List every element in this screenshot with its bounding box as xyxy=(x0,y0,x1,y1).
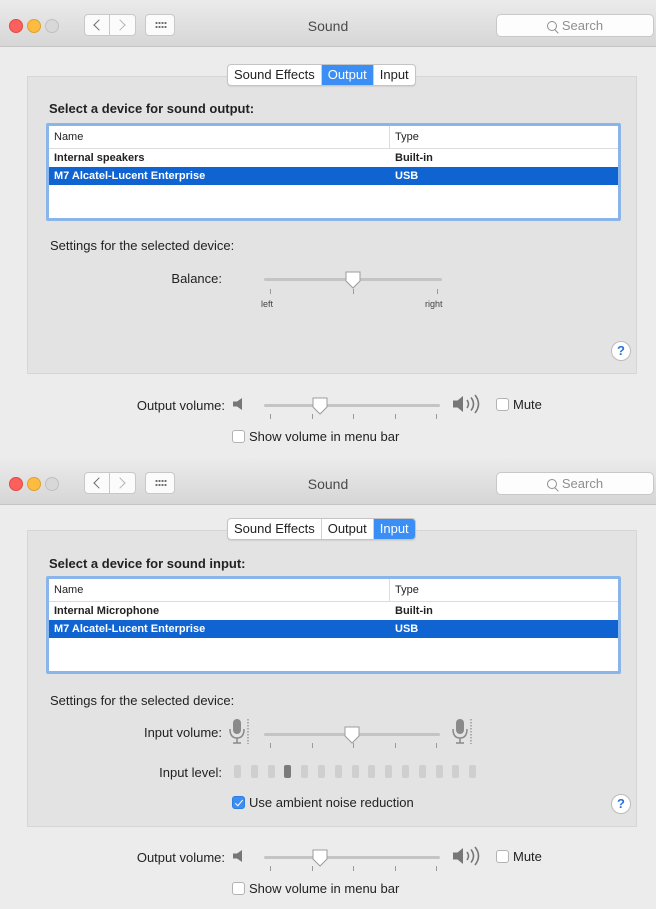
device-heading: Select a device for sound output: xyxy=(49,101,255,116)
settings-heading: Settings for the selected device: xyxy=(50,238,235,253)
input-level-label: Input level: xyxy=(159,765,222,780)
table-row[interactable]: Internal Microphone Built-in xyxy=(49,602,618,620)
device-heading: Select a device for sound input: xyxy=(49,556,246,571)
column-header-name[interactable]: Name xyxy=(54,579,83,601)
title-bar: Sound Search xyxy=(0,458,656,505)
input-level-segment xyxy=(318,765,325,778)
show-volume-checkbox[interactable] xyxy=(232,430,245,443)
tab-input[interactable]: Input xyxy=(374,65,415,85)
speaker-low-icon xyxy=(233,398,242,410)
output-volume-label: Output volume: xyxy=(136,398,225,413)
input-level-segment xyxy=(452,765,460,778)
device-table[interactable]: Name Type Internal speakers Built-in M7 … xyxy=(46,123,621,221)
balance-right-label: right xyxy=(425,299,443,309)
sound-window-output: Sound Search Sound Effects Output Input … xyxy=(0,0,656,458)
speaker-high-icon xyxy=(453,394,480,414)
input-level-segment xyxy=(284,765,292,778)
help-button[interactable]: ? xyxy=(611,794,631,814)
search-placeholder: Search xyxy=(561,18,604,33)
input-level-segment xyxy=(402,765,409,778)
device-type: Built-in xyxy=(395,152,433,164)
input-level-segment xyxy=(418,765,426,778)
tab-sound-effects[interactable]: Sound Effects xyxy=(228,519,322,539)
tab-output[interactable]: Output xyxy=(322,519,374,539)
input-level-segment xyxy=(301,765,309,778)
search-field[interactable]: Search xyxy=(496,14,654,37)
output-volume-slider-track[interactable] xyxy=(264,404,440,407)
input-volume-label: Input volume: xyxy=(143,725,222,740)
device-type: USB xyxy=(395,170,419,182)
input-level-segment xyxy=(334,765,342,778)
input-level-segment xyxy=(234,765,241,778)
device-type: Built-in xyxy=(395,605,433,617)
device-name: M7 Alcatel-Lucent Enterprise xyxy=(54,170,206,182)
tab-bar: Sound Effects Output Input xyxy=(227,64,416,86)
tab-bar: Sound Effects Output Input xyxy=(227,518,416,540)
mute-label: Mute xyxy=(513,397,542,412)
input-level-segment xyxy=(351,765,359,778)
table-row[interactable]: Internal speakers Built-in xyxy=(49,149,618,167)
settings-panel xyxy=(27,530,637,827)
tab-sound-effects[interactable]: Sound Effects xyxy=(228,65,322,85)
tab-input[interactable]: Input xyxy=(373,519,415,539)
settings-panel xyxy=(27,76,637,374)
input-level-segment xyxy=(267,765,275,778)
speaker-low-icon xyxy=(233,850,242,862)
device-name: Internal Microphone xyxy=(54,605,160,617)
table-row-selected[interactable]: M7 Alcatel-Lucent Enterprise USB xyxy=(49,167,618,185)
show-volume-label: Show volume in menu bar xyxy=(249,429,400,444)
sound-window-input: Sound Search Sound Effects Output Input … xyxy=(0,458,656,909)
device-name: M7 Alcatel-Lucent Enterprise xyxy=(54,623,206,635)
balance-slider-knob[interactable] xyxy=(345,271,361,289)
balance-left-label: left xyxy=(261,299,274,309)
input-level-segment xyxy=(435,765,443,778)
input-level-segment xyxy=(469,765,477,778)
device-type: USB xyxy=(395,623,419,635)
microphone-icon xyxy=(452,719,472,744)
output-volume-slider-track[interactable] xyxy=(264,856,440,859)
output-volume-slider-knob[interactable] xyxy=(312,397,328,415)
search-field[interactable]: Search xyxy=(496,472,654,495)
input-level-segment xyxy=(250,765,258,778)
title-bar: Sound Search xyxy=(0,0,656,47)
output-volume-label: Output volume: xyxy=(136,850,225,865)
input-volume-slider-knob[interactable] xyxy=(344,726,360,744)
noise-reduction-label: Use ambient noise reduction xyxy=(249,795,414,810)
mute-checkbox[interactable] xyxy=(496,398,509,411)
settings-heading: Settings for the selected device: xyxy=(50,693,235,708)
column-header-type[interactable]: Type xyxy=(395,579,419,601)
search-icon xyxy=(546,21,557,31)
output-volume-slider-knob[interactable] xyxy=(312,849,328,867)
balance-label: Balance: xyxy=(171,271,222,286)
search-placeholder: Search xyxy=(561,476,604,491)
mute-label: Mute xyxy=(513,849,542,864)
help-button[interactable]: ? xyxy=(611,341,631,361)
speaker-high-icon xyxy=(453,846,480,866)
microphone-icon xyxy=(229,719,249,744)
search-icon xyxy=(546,479,557,489)
mute-checkbox[interactable] xyxy=(496,850,509,863)
table-header: Name Type xyxy=(49,126,618,149)
table-header: Name Type xyxy=(49,579,618,602)
column-header-type[interactable]: Type xyxy=(395,126,419,148)
input-level-segment xyxy=(385,765,393,778)
device-table[interactable]: Name Type Internal Microphone Built-in M… xyxy=(46,576,621,674)
show-volume-label: Show volume in menu bar xyxy=(249,881,400,896)
show-volume-checkbox[interactable] xyxy=(232,882,245,895)
table-row-selected[interactable]: M7 Alcatel-Lucent Enterprise USB xyxy=(49,620,618,638)
device-name: Internal speakers xyxy=(54,152,145,164)
input-level-segment xyxy=(368,765,376,778)
noise-reduction-checkbox[interactable] xyxy=(232,796,245,809)
tab-output[interactable]: Output xyxy=(321,65,374,85)
column-header-name[interactable]: Name xyxy=(54,126,83,148)
